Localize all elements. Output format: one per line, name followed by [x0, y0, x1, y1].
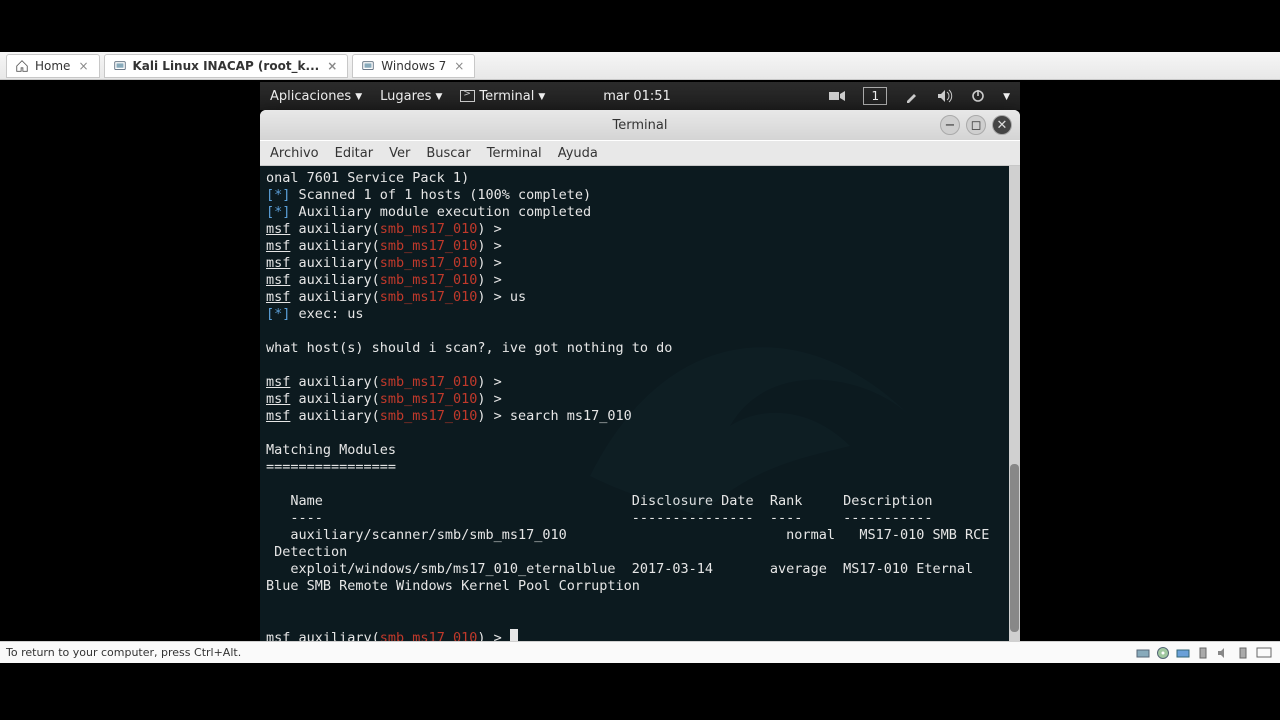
- menu-label: Aplicaciones: [270, 89, 351, 104]
- menu-places[interactable]: Lugares ▼: [380, 89, 442, 104]
- vm-tab-label: Kali Linux INACAP (root_k...: [133, 59, 320, 73]
- chevron-down-icon: ▼: [435, 92, 442, 102]
- terminal-titlebar[interactable]: Terminal − ◻ ✕: [260, 110, 1020, 140]
- vm-icon: [113, 59, 127, 73]
- vm-icon: [361, 59, 375, 73]
- menu-label: Lugares: [380, 89, 431, 104]
- colorpicker-icon[interactable]: [905, 89, 919, 103]
- window-title: Terminal: [260, 118, 1020, 133]
- display-icon[interactable]: [1256, 646, 1274, 660]
- vm-tab-home[interactable]: Home ×: [6, 54, 100, 78]
- menu-ayuda[interactable]: Ayuda: [558, 146, 598, 161]
- menu-buscar[interactable]: Buscar: [426, 146, 470, 161]
- usb-icon[interactable]: [1236, 646, 1250, 660]
- chevron-down-icon: ▼: [355, 92, 362, 102]
- terminal-output: onal 7601 Service Pack 1) [*] Scanned 1 …: [266, 170, 1014, 647]
- menu-applications[interactable]: Aplicaciones ▼: [270, 89, 362, 104]
- menu-archivo[interactable]: Archivo: [270, 146, 319, 161]
- usb-icon[interactable]: [1196, 646, 1210, 660]
- menu-editar[interactable]: Editar: [335, 146, 374, 161]
- menu-label: Terminal: [479, 89, 534, 104]
- maximize-button[interactable]: ◻: [966, 115, 986, 135]
- close-icon[interactable]: ×: [76, 59, 90, 73]
- menu-terminal[interactable]: Terminal ▼: [460, 89, 545, 104]
- vm-tab-label: Windows 7: [381, 59, 446, 73]
- close-icon[interactable]: ×: [452, 59, 466, 73]
- vm-device-tray: [1136, 646, 1274, 660]
- chevron-down-icon[interactable]: ▼: [1003, 92, 1010, 102]
- terminal-body[interactable]: onal 7601 Service Pack 1) [*] Scanned 1 …: [260, 166, 1020, 646]
- minimize-button[interactable]: −: [940, 115, 960, 135]
- network-icon[interactable]: [1176, 646, 1190, 660]
- menu-ver[interactable]: Ver: [389, 146, 410, 161]
- sound-icon[interactable]: [1216, 646, 1230, 660]
- vm-tab-win7[interactable]: Windows 7 ×: [352, 54, 475, 78]
- volume-icon[interactable]: [937, 89, 953, 103]
- vm-tab-kali[interactable]: Kali Linux INACAP (root_k... ×: [104, 54, 349, 78]
- vm-escape-hint: To return to your computer, press Ctrl+A…: [6, 646, 241, 659]
- terminal-menubar: Archivo Editar Ver Buscar Terminal Ayuda: [260, 140, 1020, 166]
- cd-icon[interactable]: [1156, 646, 1170, 660]
- terminal-icon: [460, 90, 475, 102]
- home-icon: [15, 59, 29, 73]
- close-icon[interactable]: ×: [325, 59, 339, 73]
- power-icon[interactable]: [971, 89, 985, 103]
- hdd-icon[interactable]: [1136, 646, 1150, 660]
- vm-host-tabbar: Home × Kali Linux INACAP (root_k... × Wi…: [0, 52, 1280, 80]
- scrollbar-thumb[interactable]: [1010, 464, 1019, 632]
- menu-terminal[interactable]: Terminal: [487, 146, 542, 161]
- terminal-window: Terminal − ◻ ✕ Archivo Editar Ver Buscar…: [260, 110, 1020, 646]
- clock[interactable]: mar 01:51: [603, 89, 671, 104]
- chevron-down-icon: ▼: [538, 92, 545, 102]
- scrollbar[interactable]: [1009, 166, 1020, 646]
- close-button[interactable]: ✕: [992, 115, 1012, 135]
- record-icon[interactable]: [829, 89, 845, 103]
- gnome-top-bar: Aplicaciones ▼ Lugares ▼ Terminal ▼ mar …: [260, 82, 1020, 110]
- workspace-indicator[interactable]: 1: [863, 87, 887, 105]
- vm-status-bar: To return to your computer, press Ctrl+A…: [0, 641, 1280, 663]
- vm-tab-label: Home: [35, 59, 70, 73]
